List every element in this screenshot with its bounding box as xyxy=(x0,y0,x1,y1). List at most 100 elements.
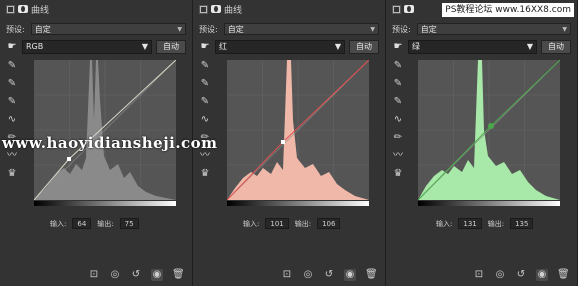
channel-value: 绿 xyxy=(412,42,420,51)
channel-row: ☛ RGB ▼ 自动 xyxy=(6,39,186,54)
preset-label: 预设: xyxy=(199,24,218,34)
eyedropper-white-icon[interactable]: ✎ xyxy=(6,96,18,108)
visibility-eye-icon[interactable]: ◉ xyxy=(344,269,356,281)
mask-icon[interactable] xyxy=(211,5,221,13)
gradient-bar xyxy=(418,201,560,206)
curve-tool-icon[interactable]: ∿ xyxy=(392,114,404,126)
chevron-down-icon: ▼ xyxy=(526,42,533,51)
forum-watermark: PS教程论坛 www.16XX8.com xyxy=(442,3,574,17)
eyedropper-gray-icon[interactable]: ✎ xyxy=(199,78,211,90)
input-output-row: 输入: 131 输出: 135 xyxy=(436,218,534,229)
curve-graph[interactable] xyxy=(418,60,560,200)
curve-graph[interactable] xyxy=(34,60,176,200)
output-label: 输出: xyxy=(487,219,505,228)
view-previous-icon[interactable]: ◎ xyxy=(302,269,314,281)
curve-tool-icon[interactable]: ∿ xyxy=(6,114,18,126)
preset-select[interactable]: 自定 ▼ xyxy=(223,23,379,35)
chevron-down-icon: ▼ xyxy=(141,42,148,51)
input-output-row: 输入: 101 输出: 106 xyxy=(243,218,341,229)
input-label: 输入: xyxy=(50,219,67,228)
input-label: 输入: xyxy=(436,219,453,228)
reset-icon[interactable]: ↺ xyxy=(323,269,335,281)
clip-to-layer-icon[interactable]: ⊡ xyxy=(473,269,485,281)
eyedropper-black-icon[interactable]: ✎ xyxy=(392,60,404,72)
curves-panel-red: 曲线 预设: 自定 ▼ ☛ 红 ▼ 自动 ✎ ✎ ✎ ∿ ✏ 〰 ♛ 输入: 1… xyxy=(193,0,386,286)
eyedropper-white-icon[interactable]: ✎ xyxy=(392,96,404,108)
output-field[interactable]: 75 xyxy=(119,218,139,229)
eyedropper-gray-icon[interactable]: ✎ xyxy=(6,78,18,90)
reset-icon[interactable]: ↺ xyxy=(515,269,527,281)
pointing-hand-icon[interactable]: ☛ xyxy=(199,41,211,53)
properties-icon xyxy=(199,4,208,14)
preset-value: 自定 xyxy=(420,24,437,34)
preset-row: 预设: 自定 ▼ xyxy=(199,22,379,36)
preset-row: 预设: 自定 ▼ xyxy=(6,22,186,36)
pencil-icon[interactable]: ✏ xyxy=(392,132,404,144)
auto-button[interactable]: 自动 xyxy=(541,39,571,54)
eyedropper-gray-icon[interactable]: ✎ xyxy=(392,78,404,90)
smooth-icon[interactable]: 〰 xyxy=(392,150,404,162)
bottom-toolbar: ⊡ ◎ ↺ ◉ 🗑 xyxy=(473,269,570,281)
output-label: 输出: xyxy=(294,219,312,228)
channel-select[interactable]: RGB ▼ xyxy=(22,39,152,54)
input-label: 输入: xyxy=(243,219,260,228)
bottom-toolbar: ⊡ ◎ ↺ ◉ 🗑 xyxy=(88,269,185,281)
trash-icon[interactable]: 🗑 xyxy=(365,269,378,281)
preset-label: 预设: xyxy=(392,24,411,34)
clip-to-layer-icon[interactable]: ⊡ xyxy=(88,269,100,281)
channel-select[interactable]: 红 ▼ xyxy=(215,39,345,54)
eyedropper-black-icon[interactable]: ✎ xyxy=(6,60,18,72)
mask-icon[interactable] xyxy=(404,5,414,13)
channel-row: ☛ 红 ▼ 自动 xyxy=(199,39,379,54)
clip-icon[interactable]: ♛ xyxy=(6,168,18,180)
channel-value: 红 xyxy=(219,42,227,51)
trash-icon[interactable]: 🗑 xyxy=(557,269,570,281)
channel-select[interactable]: 绿 ▼ xyxy=(408,39,537,54)
properties-icon xyxy=(6,4,15,14)
reset-icon[interactable]: ↺ xyxy=(130,269,142,281)
gradient-bar xyxy=(34,201,176,206)
panel-header: 曲线 xyxy=(6,2,49,16)
bottom-toolbar: ⊡ ◎ ↺ ◉ 🗑 xyxy=(281,269,378,281)
trash-icon[interactable]: 🗑 xyxy=(172,269,185,281)
preset-value: 自定 xyxy=(34,24,51,34)
output-field[interactable]: 135 xyxy=(510,218,534,229)
properties-icon xyxy=(392,4,401,14)
auto-button[interactable]: 自动 xyxy=(349,39,379,54)
input-field[interactable]: 64 xyxy=(72,218,92,229)
visibility-eye-icon[interactable]: ◉ xyxy=(151,269,163,281)
output-label: 输出: xyxy=(97,219,114,228)
panel-title: 曲线 xyxy=(224,5,243,16)
eyedropper-black-icon[interactable]: ✎ xyxy=(199,60,211,72)
panel-header: 曲线 xyxy=(199,2,242,16)
clip-icon[interactable]: ♛ xyxy=(199,168,211,180)
curve-point xyxy=(67,157,71,161)
tool-column: ✎ ✎ ✎ ∿ ✏ 〰 ♛ xyxy=(6,60,20,180)
input-field[interactable]: 101 xyxy=(265,218,289,229)
preset-select[interactable]: 自定 ▼ xyxy=(30,23,186,35)
channel-value: RGB xyxy=(26,42,44,51)
eyedropper-white-icon[interactable]: ✎ xyxy=(199,96,211,108)
chevron-down-icon: ▼ xyxy=(334,42,341,51)
visibility-eye-icon[interactable]: ◉ xyxy=(536,269,548,281)
curves-panel-green: 预设: 自定 ▼ ☛ 绿 ▼ 自动 ✎ ✎ ✎ ∿ ✏ 〰 ♛ 输入: 131 … xyxy=(386,0,578,286)
clip-icon[interactable]: ♛ xyxy=(392,168,404,180)
preset-select[interactable]: 自定 ▼ xyxy=(416,23,571,35)
mask-icon[interactable] xyxy=(18,5,28,13)
input-field[interactable]: 131 xyxy=(458,218,482,229)
output-field[interactable]: 106 xyxy=(317,218,341,229)
clip-to-layer-icon[interactable]: ⊡ xyxy=(281,269,293,281)
auto-button[interactable]: 自动 xyxy=(156,39,186,54)
pointing-hand-icon[interactable]: ☛ xyxy=(392,41,404,53)
panel-header xyxy=(392,2,417,16)
pointing-hand-icon[interactable]: ☛ xyxy=(6,41,18,53)
view-previous-icon[interactable]: ◎ xyxy=(109,269,121,281)
view-previous-icon[interactable]: ◎ xyxy=(494,269,506,281)
curve-tool-icon[interactable]: ∿ xyxy=(199,114,211,126)
gradient-bar xyxy=(227,201,369,206)
chevron-down-icon: ▼ xyxy=(370,25,375,33)
preset-label: 预设: xyxy=(6,24,25,34)
curve-graph[interactable] xyxy=(227,60,369,200)
panel-title: 曲线 xyxy=(31,5,50,16)
preset-value: 自定 xyxy=(227,24,244,34)
